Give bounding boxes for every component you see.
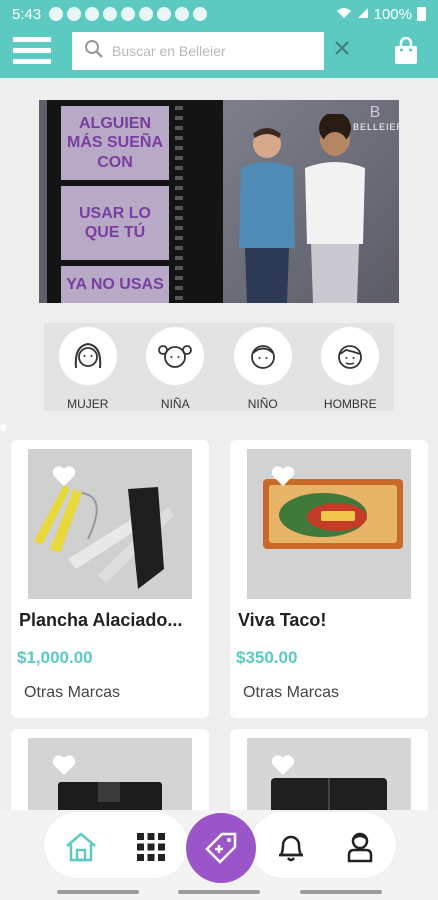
close-icon[interactable] (334, 36, 350, 62)
product-title: Plancha Alaciado... (19, 610, 183, 630)
category-label: NIÑA (160, 397, 190, 411)
product-card[interactable]: Viva Taco! $350.00 Otras Marcas (230, 440, 428, 718)
product-image (247, 449, 411, 599)
status-bar: 5:43 100% (0, 0, 438, 28)
category-row: MUJER NIÑA NIÑO HOMBRE (44, 323, 394, 411)
heart-icon[interactable] (271, 754, 295, 776)
film-strip: ALGUIEN MÁS SUEÑA CON USAR LO QUE TÚ YA … (47, 100, 223, 303)
grid-icon[interactable] (134, 830, 168, 864)
product-card[interactable]: Plancha Alaciado... $1,000.00 Otras Marc… (11, 440, 209, 718)
promo-banner[interactable]: ALGUIEN MÁS SUEÑA CON USAR LO QUE TÚ YA … (39, 100, 399, 303)
profile-icon[interactable] (344, 830, 376, 864)
signal-icon (357, 6, 369, 23)
boy-face-icon (233, 327, 292, 385)
product-brand: Otras Marcas (24, 684, 121, 701)
person-illustration (239, 128, 295, 303)
heart-icon[interactable] (271, 465, 295, 487)
system-nav-home[interactable] (178, 890, 260, 894)
woman-face-icon (58, 327, 117, 385)
banner-frame-3: YA NO USAS (61, 266, 169, 303)
film-perforation (175, 100, 183, 303)
search-input[interactable] (112, 43, 302, 59)
heart-icon[interactable] (52, 465, 76, 487)
banner-frame-1: ALGUIEN MÁS SUEÑA CON (61, 106, 169, 180)
notification-icons (49, 7, 335, 21)
system-nav-recents[interactable] (57, 890, 139, 894)
battery-percent: 100% (373, 5, 412, 23)
category-nino[interactable]: NIÑO (219, 323, 307, 411)
page-indicator-dot (0, 424, 7, 431)
girl-face-icon (146, 327, 205, 385)
category-mujer[interactable]: MUJER (44, 323, 132, 411)
status-right: 100% (336, 6, 426, 23)
category-nina[interactable]: NIÑA (132, 323, 220, 411)
search-box[interactable] (72, 32, 324, 70)
battery-icon (417, 7, 426, 21)
shopping-bag-icon[interactable] (393, 36, 419, 65)
wifi-icon (336, 6, 352, 23)
product-image (28, 449, 192, 599)
man-face-icon (321, 327, 380, 385)
category-label: HOMBRE (323, 397, 377, 411)
category-label: NIÑO (247, 397, 278, 411)
status-time: 5:43 (12, 5, 42, 23)
product-brand: Otras Marcas (243, 684, 340, 701)
home-icon[interactable] (62, 828, 100, 866)
bell-icon[interactable] (274, 830, 308, 864)
category-label: MUJER (67, 397, 109, 411)
product-price: $350.00 (236, 648, 298, 667)
brand-logo: B BELLEIER (353, 104, 399, 132)
sell-tag-icon[interactable] (186, 813, 256, 883)
heart-icon[interactable] (52, 754, 76, 776)
product-price: $1,000.00 (17, 648, 93, 667)
menu-icon[interactable] (13, 37, 51, 69)
product-title: Viva Taco! (238, 610, 327, 630)
search-icon (84, 39, 104, 64)
banner-frame-2: USAR LO QUE TÚ (61, 186, 169, 260)
app-bar (0, 28, 438, 78)
category-hombre[interactable]: HOMBRE (307, 323, 395, 411)
person-illustration (305, 114, 365, 303)
system-nav-back[interactable] (300, 890, 382, 894)
